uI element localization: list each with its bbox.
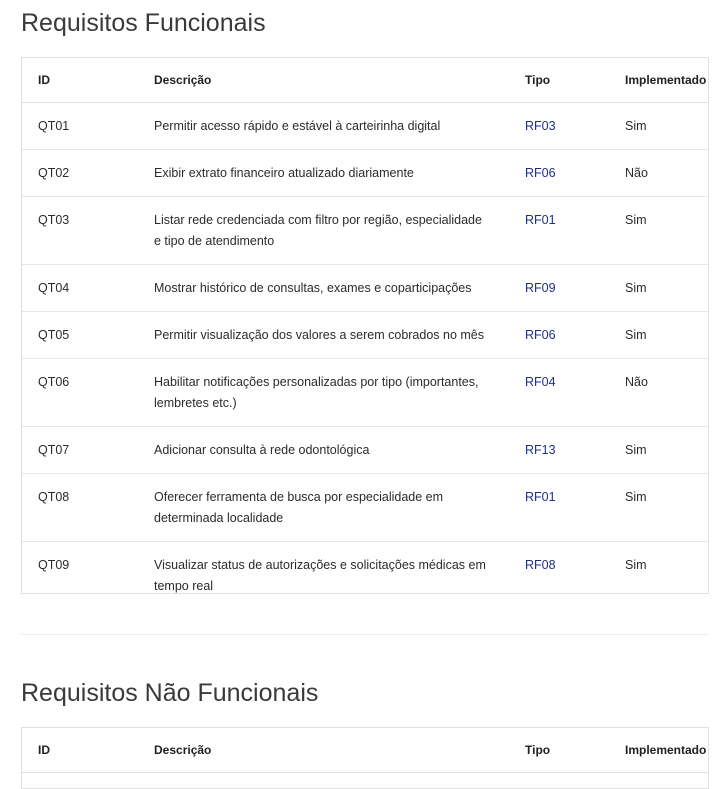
table-row: QT02 Exibir extrato financeiro atualizad… [22, 149, 708, 197]
cell-description: Mostrar histórico de consultas, exames e… [138, 264, 509, 312]
table-row: QT07 Adicionar consulta à rede odontológ… [22, 426, 708, 474]
cell-type-link[interactable]: RF01 [509, 473, 609, 542]
table-header-row: ID Descrição Tipo Implementado [22, 58, 708, 103]
cell-type-link[interactable]: RF01 [509, 196, 609, 265]
table-row: QT03 Listar rede credenciada com filtro … [22, 196, 708, 265]
table-row: QT09 Visualizar status de autorizações e… [22, 542, 708, 610]
section-title-non-functional: Requisitos Não Funcionais [21, 679, 319, 707]
functional-requirements-table: ID Descrição Tipo Implementado QT01 Perm… [22, 58, 708, 609]
cell-type-link[interactable]: RF13 [509, 426, 609, 474]
cell-implemented: Sim [609, 426, 708, 474]
cell-description: Exibir extrato financeiro atualizado dia… [138, 149, 509, 197]
table-row: QT06 Habilitar notificações personalizad… [22, 358, 708, 427]
cell-id: QT06 [22, 358, 138, 427]
cell-type-link[interactable]: RF08 [509, 542, 609, 610]
table-row: QT08 Oferecer ferramenta de busca por es… [22, 473, 708, 542]
cell-id: QT09 [38, 558, 70, 572]
cell-implemented: Sim [609, 311, 708, 359]
column-header-implemented: Implementado [609, 58, 708, 103]
cell-type-link[interactable]: RF09 [509, 264, 609, 312]
column-header-description: Descrição [138, 728, 509, 773]
cell-implemented: Sim [609, 102, 708, 150]
cell-implemented: Sim [625, 558, 647, 572]
column-header-description: Descrição [138, 58, 509, 103]
cell-description: Listar rede credenciada com filtro por r… [138, 196, 509, 265]
table-header-row: ID Descrição Tipo Implementado [22, 728, 708, 773]
cell-description: Permitir visualização dos valores a sere… [138, 311, 509, 359]
cell-type-link[interactable]: RF04 [509, 358, 609, 427]
table-row: QT05 Permitir visualização dos valores a… [22, 311, 708, 359]
cell-implemented: Sim [609, 264, 708, 312]
column-header-type: Tipo [509, 58, 609, 103]
cell-implemented: Não [609, 149, 708, 197]
cell-id: QT01 [22, 102, 138, 150]
table-row: QT04 Mostrar histórico de consultas, exa… [22, 264, 708, 312]
cell-id: QT05 [22, 311, 138, 359]
functional-requirements-card: ID Descrição Tipo Implementado QT01 Perm… [21, 57, 709, 594]
cell-type-link[interactable]: RF06 [509, 311, 609, 359]
cell-id: QT04 [22, 264, 138, 312]
column-header-type: Tipo [509, 728, 609, 773]
cell-description: Oferecer ferramenta de busca por especia… [138, 473, 509, 542]
section-divider [21, 634, 709, 635]
cell-id: QT02 [22, 149, 138, 197]
section-title-functional: Requisitos Funcionais [21, 9, 266, 37]
non-functional-requirements-table: ID Descrição Tipo Implementado [22, 728, 708, 773]
cell-type-link[interactable]: RF03 [509, 102, 609, 150]
table-row: QT01 Permitir acesso rápido e estável à … [22, 102, 708, 150]
cell-description: Habilitar notificações personalizadas po… [138, 358, 509, 427]
cell-description: Adicionar consulta à rede odontológica [138, 426, 509, 474]
cell-id: QT08 [22, 473, 138, 542]
cell-id: QT03 [22, 196, 138, 265]
column-header-id: ID [22, 58, 138, 103]
cell-description: Permitir acesso rápido e estável à carte… [138, 102, 509, 150]
cell-description: Visualizar status de autorizações e soli… [154, 558, 486, 593]
cell-implemented: Não [609, 358, 708, 427]
column-header-id: ID [22, 728, 138, 773]
cell-id: QT07 [22, 426, 138, 474]
cell-type-link[interactable]: RF06 [509, 149, 609, 197]
cell-implemented: Sim [609, 196, 708, 265]
non-functional-requirements-card: ID Descrição Tipo Implementado [21, 727, 709, 789]
cell-implemented: Sim [609, 473, 708, 542]
column-header-implemented: Implementado [609, 728, 708, 773]
